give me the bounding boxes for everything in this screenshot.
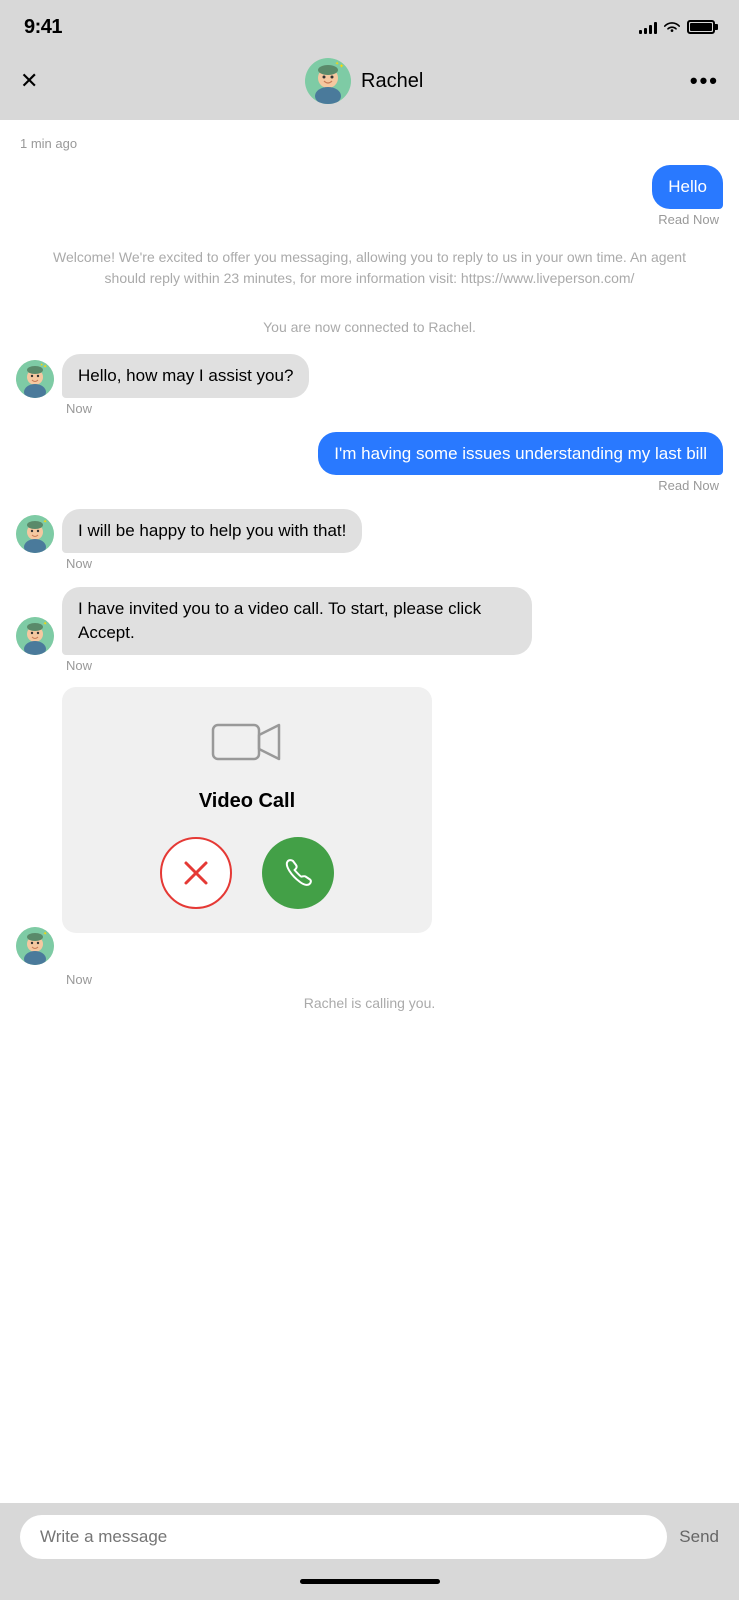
- timestamp-header: 1 min ago: [20, 136, 723, 151]
- status-bar: 9:41: [0, 0, 739, 50]
- header-center: ✦ ✦ Rachel: [305, 58, 423, 104]
- home-bar: [300, 1579, 440, 1584]
- video-call-buttons: [160, 837, 334, 909]
- calling-text: Rachel is calling you.: [16, 995, 723, 1011]
- received-bubble: I have invited you to a video call. To s…: [62, 587, 532, 655]
- svg-text:✦: ✦: [335, 61, 339, 67]
- accept-call-button[interactable]: [262, 837, 334, 909]
- system-message: Welcome! We're excited to offer you mess…: [16, 235, 723, 301]
- message-with-avatar: ✦ I will be happy to help you with that!: [16, 509, 362, 553]
- svg-text:✦: ✦: [43, 364, 47, 370]
- decline-call-button[interactable]: [160, 837, 232, 909]
- send-button[interactable]: Send: [679, 1523, 719, 1551]
- video-camera-icon: [211, 717, 283, 774]
- message-with-avatar: ✦ I have invited you to a video call. To…: [16, 587, 532, 655]
- message-input[interactable]: [20, 1515, 667, 1559]
- battery-icon: [687, 20, 715, 34]
- status-icons: [639, 20, 715, 34]
- message-row: ✦ I will be happy to help you with that!…: [16, 509, 723, 571]
- agent-avatar-small: ✦ ✦: [16, 360, 54, 398]
- message-row: I'm having some issues understanding my …: [16, 432, 723, 494]
- message-time: Now: [16, 556, 92, 571]
- agent-avatar: ✦ ✦: [305, 58, 351, 104]
- connected-message: You are now connected to Rachel.: [16, 305, 723, 350]
- message-time: Now: [16, 401, 92, 416]
- read-status: Read Now: [658, 478, 723, 493]
- video-card-time: Now: [16, 972, 723, 987]
- more-options-button[interactable]: •••: [690, 68, 719, 94]
- message-with-avatar: ✦ ✦ Hello, how may I assist you?: [16, 354, 309, 398]
- chat-header: ✕ ✦ ✦ Rachel •••: [0, 50, 739, 120]
- read-status: Read Now: [658, 212, 723, 227]
- message-row: ✦ ✦ Hello, how may I assist you? Now: [16, 354, 723, 416]
- home-indicator: [0, 1569, 739, 1600]
- svg-text:✦: ✦: [43, 519, 47, 525]
- wifi-icon: [663, 20, 681, 34]
- video-call-label: Video Call: [199, 790, 295, 813]
- video-call-card: Video Call: [62, 687, 432, 933]
- received-bubble: I will be happy to help you with that!: [62, 509, 362, 553]
- video-card-agent-row: ✦: [16, 927, 723, 965]
- svg-text:✦: ✦: [339, 63, 344, 70]
- agent-avatar-small: ✦: [16, 927, 54, 965]
- status-time: 9:41: [24, 16, 62, 39]
- signal-icon: [639, 20, 657, 34]
- message-time: Now: [16, 658, 92, 673]
- agent-avatar-small: ✦: [16, 515, 54, 553]
- message-row: Hello Read Now: [16, 165, 723, 227]
- sent-bubble: I'm having some issues understanding my …: [318, 432, 723, 476]
- agent-avatar-small: ✦: [16, 617, 54, 655]
- input-bar: Send: [0, 1503, 739, 1569]
- message-row: ✦ I have invited you to a video call. To…: [16, 587, 723, 673]
- received-bubble: Hello, how may I assist you?: [62, 354, 309, 398]
- svg-text:✦: ✦: [43, 621, 47, 627]
- close-button[interactable]: ✕: [20, 70, 38, 92]
- sent-bubble: Hello: [652, 165, 723, 209]
- svg-text:✦: ✦: [43, 931, 47, 937]
- agent-name: Rachel: [361, 70, 423, 93]
- chat-area: 1 min ago Hello Read Now Welcome! We're …: [0, 120, 739, 1503]
